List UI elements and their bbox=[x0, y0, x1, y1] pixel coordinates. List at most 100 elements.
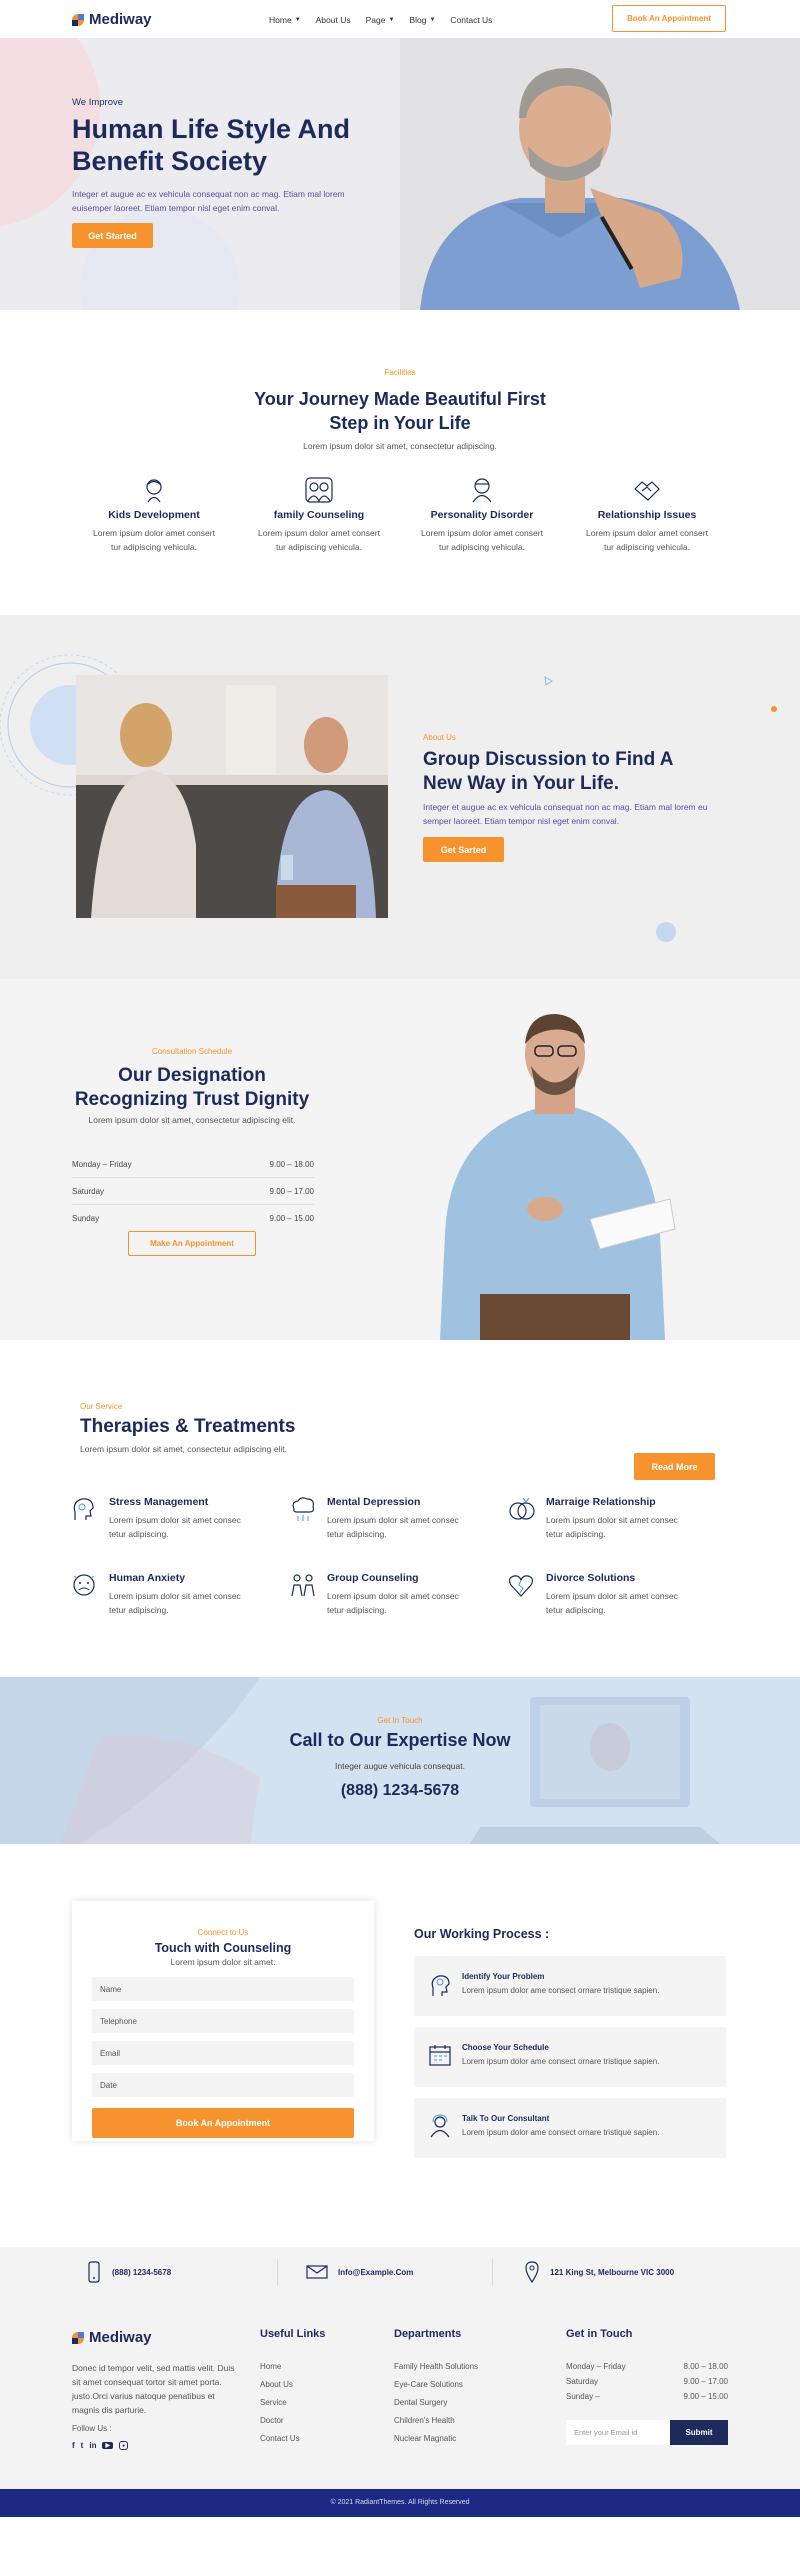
name-field[interactable]: Name bbox=[92, 1977, 354, 2001]
email-field[interactable]: Email bbox=[92, 2041, 354, 2065]
hero-text: Integer et augue ac ex vehicula consequa… bbox=[72, 189, 345, 213]
nav-contact[interactable]: Contact Us bbox=[450, 15, 492, 25]
schedule-row: Saturday 9.00 – 17.00 bbox=[72, 1178, 314, 1205]
service-title: Divorce Solutions bbox=[546, 1572, 636, 1584]
brain-cloud-icon bbox=[292, 1497, 315, 1521]
contact-phone[interactable]: (888) 1234-5678 bbox=[112, 2268, 171, 2277]
child-icon bbox=[146, 479, 162, 503]
hours-row: Monday – Friday 8.00 – 18.00 bbox=[566, 2362, 728, 2371]
footer-link[interactable]: Home bbox=[260, 2362, 325, 2371]
telephone-field[interactable]: Telephone bbox=[92, 2009, 354, 2033]
nav-blog[interactable]: Blog ▼ bbox=[409, 15, 435, 25]
department-link[interactable]: Nuclear Magnatic bbox=[394, 2434, 478, 2443]
schedule-kicker: Consultation Schedule bbox=[151, 1047, 233, 1056]
call-section: Get In Touch Call to Our Expertise Now I… bbox=[0, 1677, 800, 1844]
doctor-image bbox=[440, 1014, 676, 1340]
facility-title: Kids Development bbox=[108, 509, 200, 521]
chevron-down-icon: ▼ bbox=[294, 17, 301, 23]
nav-home[interactable]: Home ▼ bbox=[269, 15, 301, 25]
call-subtitle: Integer augue vehicula consequat. bbox=[335, 1761, 465, 1771]
services-section: Our Service Therapies & Treatments Lorem… bbox=[0, 1340, 800, 1677]
lightbulb-head-icon bbox=[431, 1975, 450, 1996]
schedule-row: Monday – Friday 9.00 – 18.00 bbox=[72, 1151, 314, 1178]
department-link[interactable]: Dental Surgery bbox=[394, 2398, 478, 2407]
service-title: Human Anxiety bbox=[109, 1572, 186, 1584]
logo-text: Mediway bbox=[89, 11, 152, 28]
instagram-icon[interactable]: ● bbox=[119, 2441, 129, 2450]
calendar-icon bbox=[429, 2045, 451, 2066]
facilities-list: Kids Development Lorem ipsum dolor amet … bbox=[0, 477, 800, 567]
service-item: Divorce Solutions Lorem ipsum dolor sit a… bbox=[508, 1572, 718, 1617]
hero-section: We Improve Human Life Style And Benefit … bbox=[0, 38, 800, 310]
form-title: Touch with Counseling bbox=[154, 1941, 292, 1955]
form-submit-button[interactable]: Book An Appointment bbox=[92, 2108, 354, 2138]
divider bbox=[277, 2259, 278, 2286]
footer-link[interactable]: About Us bbox=[260, 2380, 325, 2389]
about-kicker: About Us bbox=[423, 733, 456, 742]
footer-link[interactable]: Contact Us bbox=[260, 2434, 325, 2443]
services-kicker: Our Service bbox=[80, 1402, 123, 1411]
facility-item: Personality Disorder Lorem ipsum dolor a… bbox=[412, 477, 552, 554]
call-kicker: Get In Touch bbox=[377, 1716, 423, 1725]
rings-icon bbox=[509, 1497, 535, 1520]
youtube-icon[interactable]: ▶ bbox=[102, 2442, 114, 2449]
nav-page[interactable]: Page ▼ bbox=[366, 15, 395, 25]
nav-about[interactable]: About Us bbox=[316, 15, 351, 25]
about-title: Group Discussion to Find A New Way in Yo… bbox=[423, 749, 674, 794]
logo[interactable]: Mediway bbox=[72, 11, 152, 28]
schedule-subtitle: Lorem ipsum dolor sit amet, consectetur … bbox=[88, 1115, 296, 1125]
departments: Departments Family Health Solutions Eye-… bbox=[394, 2328, 479, 2443]
service-item: Stress Management Lorem ipsum dolor sit a… bbox=[71, 1496, 271, 1541]
process-title: Our Working Process : bbox=[414, 1927, 550, 1941]
about-text: Integer et augue ac ex vehicula consequa… bbox=[423, 802, 708, 826]
facilities-kicker: Facilities bbox=[384, 368, 416, 377]
family-icon bbox=[305, 477, 333, 503]
mail-icon bbox=[306, 2265, 328, 2279]
facilities-subtitle: Lorem ipsum dolor sit amet, consectetur … bbox=[303, 441, 497, 451]
footer-link[interactable]: Service bbox=[260, 2398, 325, 2407]
contact-process-section: Connect to Us Touch with Counseling Lore… bbox=[0, 1844, 800, 2247]
copyright-text: © 2021 RadiantThemes. All Rights Reserve… bbox=[330, 2499, 470, 2506]
service-item: Human Anxiety Lorem ipsum dolor sit amet … bbox=[71, 1572, 271, 1617]
process-step: Identify Your Problem Lorem ipsum dolor a… bbox=[414, 1956, 726, 2016]
about-section: About Us Group Discussion to Find A New … bbox=[0, 615, 800, 979]
divider bbox=[492, 2259, 493, 2286]
newsletter-submit-button[interactable]: Submit bbox=[670, 2420, 728, 2445]
phone-icon bbox=[88, 2261, 100, 2283]
schedule-table: Monday – Friday 9.00 – 18.00 Saturday 9.00… bbox=[72, 1151, 314, 1232]
date-field[interactable]: Date bbox=[92, 2073, 354, 2097]
form-subtitle: Lorem ipsum dolor sit amet. bbox=[170, 1957, 276, 1967]
handshake-icon bbox=[634, 481, 660, 501]
contact-email[interactable]: Info@Example.Com bbox=[338, 2268, 413, 2277]
make-appointment-button[interactable]: Make An Appointment bbox=[128, 1231, 256, 1256]
facilities-title: Your Journey Made Beautiful First Step i… bbox=[254, 389, 546, 433]
follow-label: Follow Us : bbox=[72, 2424, 112, 2433]
book-appointment-button[interactable]: Book An Appointment bbox=[612, 5, 726, 32]
department-link[interactable]: Family Health Solutions bbox=[394, 2362, 478, 2371]
read-more-button[interactable]: Read More bbox=[634, 1453, 715, 1480]
logo-icon bbox=[72, 13, 84, 26]
newsletter-email-input[interactable]: Enter your Email id bbox=[566, 2420, 670, 2445]
process-step: Talk To Our Consultant Lorem ipsum dolor … bbox=[414, 2098, 726, 2158]
service-item: Group Counseling Lorem ipsum dolor sit am… bbox=[289, 1572, 489, 1617]
schedule-section: Consultation Schedule Our Designation Re… bbox=[0, 979, 800, 1340]
facility-item: Relationship Issues Lorem ipsum dolor am… bbox=[577, 477, 717, 554]
services-subtitle: Lorem ipsum dolor sit amet, consectetur … bbox=[80, 1444, 287, 1454]
service-item: Marraige Relationship Lorem ipsum dolor s… bbox=[508, 1496, 718, 1541]
department-link[interactable]: Children's Health bbox=[394, 2416, 478, 2425]
about-get-started-button[interactable]: Get Sarted bbox=[423, 837, 504, 862]
linkedin-icon[interactable]: in bbox=[89, 2441, 96, 2450]
contact-bar: (888) 1234-5678 Info@Example.Com 121 Kin… bbox=[0, 2247, 800, 2298]
process-step: Choose Your Schedule Lorem ipsum dolor am… bbox=[414, 2027, 726, 2087]
twitter-icon[interactable]: t bbox=[81, 2441, 84, 2450]
get-started-button[interactable]: Get Started bbox=[72, 223, 153, 248]
department-link[interactable]: Eye-Care Solutions bbox=[394, 2380, 478, 2389]
hours-row: Saturday 9.00 – 17.00 bbox=[566, 2377, 728, 2386]
footer-about: Donec id tempor velit, sed mattis velit.… bbox=[72, 2363, 235, 2415]
call-phone[interactable]: (888) 1234-5678 bbox=[0, 1782, 800, 1800]
footer-logo[interactable]: Mediway bbox=[72, 2329, 152, 2346]
footer-link[interactable]: Doctor bbox=[260, 2416, 325, 2425]
anxiety-face-icon bbox=[73, 1574, 95, 1596]
hero-title-line2: Benefit Society bbox=[72, 146, 268, 176]
facebook-icon[interactable]: f bbox=[72, 2441, 75, 2450]
